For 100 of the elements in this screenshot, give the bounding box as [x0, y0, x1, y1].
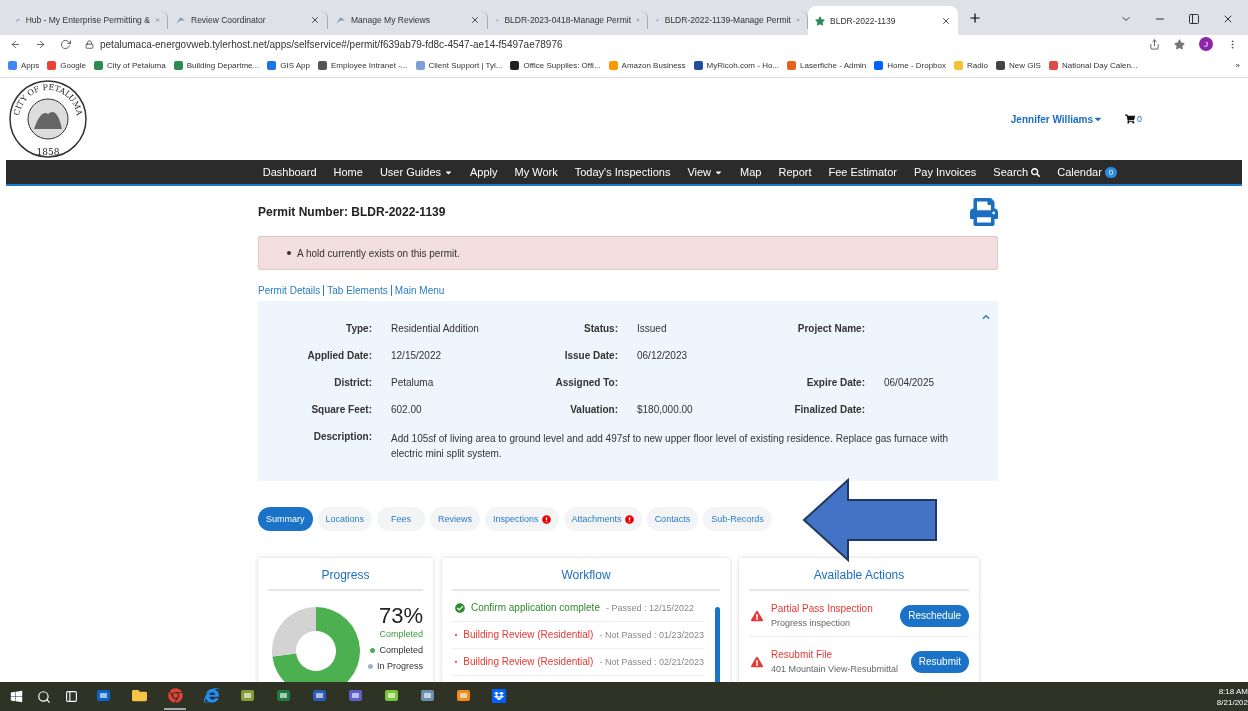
share-icon[interactable] — [1149, 38, 1160, 50]
action-link[interactable]: Resubmit File — [771, 649, 903, 660]
nav-link[interactable]: Report — [778, 166, 812, 178]
field-label: Type: — [345, 323, 372, 334]
action-link[interactable]: Partial Pass Inspection — [771, 603, 893, 614]
bird-icon — [335, 14, 346, 26]
nav-link[interactable]: Map — [740, 166, 762, 178]
field-label: Square Feet: — [310, 404, 372, 415]
field-label: Valuation: — [569, 404, 618, 415]
nav-link[interactable]: User Guides — [379, 166, 453, 178]
tab[interactable]: Reviews — [430, 507, 481, 531]
nav-link[interactable]: Pay Invoices — [913, 166, 977, 178]
bookmark-link[interactable]: Client Support | Tyl... — [415, 60, 503, 70]
bookmark-link[interactable]: Office Supplies: Offi... — [510, 60, 601, 70]
percent-caption: Completed — [378, 629, 423, 639]
legend-item: Completed — [364, 645, 423, 655]
field-value: Residential Addition — [391, 323, 480, 334]
user-menu[interactable]: Jennifer Williams — [1010, 113, 1103, 125]
bookmark-link[interactable]: Laserfiche - Admin — [787, 60, 867, 70]
close-icon[interactable] — [310, 15, 320, 25]
bookmark-link[interactable]: New GIS — [995, 60, 1041, 70]
bookmark-link[interactable]: Building Departme... — [173, 60, 260, 70]
alert-icon — [541, 514, 551, 524]
field-value: 12/15/2022 — [391, 350, 443, 361]
field-value: Add 105sf of living area to ground level and add 497sf to new upper floor level of existing residence. Replace gas furnace with electric mini split system. — [391, 432, 949, 461]
section-link[interactable]: Tab Elements — [323, 285, 391, 296]
bookmark-link[interactable]: Google — [47, 60, 87, 70]
nav-link[interactable]: Fee Estimator — [828, 166, 897, 178]
close-icon[interactable] — [941, 15, 951, 26]
bookmark-link[interactable]: MyRicoh.com - Ho... — [693, 60, 780, 70]
field-label: Description: — [312, 431, 372, 444]
close-icon[interactable] — [470, 15, 480, 25]
forward-icon[interactable] — [35, 38, 46, 50]
action-detail: 401 Mountain View-Resubmittal — [771, 664, 899, 674]
tab[interactable]: Contacts — [646, 507, 699, 531]
tab[interactable]: Inspections — [485, 507, 559, 531]
field-value: 602.00 — [391, 404, 423, 415]
field-label: Applied Date: — [306, 350, 372, 361]
task-view-icon[interactable] — [65, 690, 78, 703]
print-icon[interactable] — [970, 198, 998, 226]
field-value: Issued — [637, 323, 668, 334]
card-title: Workflow — [452, 558, 720, 591]
nav-link[interactable]: My Work — [514, 166, 558, 178]
bookmark-link[interactable]: Amazon Business — [608, 60, 686, 70]
nav-link[interactable]: Apply — [470, 166, 498, 178]
close-icon[interactable] — [1222, 13, 1234, 25]
tab[interactable]: Locations — [317, 507, 373, 531]
step-link[interactable]: Confirm application complete — [471, 602, 600, 613]
reload-icon[interactable] — [60, 38, 71, 50]
alert-icon — [624, 514, 634, 524]
section-link[interactable]: Permit Details — [258, 285, 324, 296]
back-icon[interactable] — [10, 38, 21, 50]
step-link[interactable]: Building Review (Residential) — [463, 629, 594, 640]
nav-link[interactable]: Search — [993, 166, 1041, 178]
new-tab-icon[interactable] — [968, 11, 982, 25]
bookmark-link[interactable]: Apps — [8, 60, 40, 70]
nav-link[interactable]: View — [687, 166, 724, 178]
field-value: 06/12/2023 — [637, 350, 689, 361]
bookmark-link[interactable]: GIS App — [267, 60, 310, 70]
bird-icon — [175, 14, 186, 26]
step-result: - Not Passed : 01/23/2023 — [599, 629, 704, 640]
action-button[interactable]: Reschedule — [900, 604, 969, 627]
star-icon[interactable] — [1174, 38, 1185, 50]
browser-tab[interactable]: Manage My Reviews — [328, 11, 488, 29]
browser-tab[interactable]: Review Coordinator — [168, 11, 328, 29]
bookmark-link[interactable]: City of Petaluma — [94, 60, 166, 70]
clock-time: 8:18 AM — [1217, 685, 1248, 697]
action-button[interactable]: Resubmit — [910, 650, 969, 673]
field-value: $180,000.00 — [637, 404, 694, 415]
bookmark-link[interactable]: Home - Dropbox — [874, 60, 946, 70]
tab[interactable]: Sub-Records — [703, 507, 772, 531]
field-label: Status: — [583, 323, 618, 334]
tab[interactable]: Summary — [258, 507, 313, 531]
section-link[interactable]: Main Menu — [390, 285, 448, 296]
step-result: - Passed : 12/15/2022 — [605, 602, 694, 613]
nav-link[interactable]: Dashboard — [262, 166, 317, 178]
tab[interactable]: Attachments — [563, 507, 642, 531]
step-link[interactable]: Building Review (Residential) — [463, 656, 594, 667]
bookmark-link[interactable]: Radio — [954, 60, 988, 70]
browser-tab[interactable]: Hub - My Enterprise Permitting & — [8, 11, 168, 29]
collapse-icon[interactable] — [982, 313, 990, 321]
browser-tab[interactable]: BLDR-2023-0418-Manage Permit — [488, 11, 648, 29]
bookmark-link[interactable]: National Day Calen... — [1048, 60, 1138, 70]
tab[interactable]: Fees — [377, 507, 426, 531]
nav-link[interactable]: Home — [333, 166, 363, 178]
browser-tab[interactable]: BLDR-2022-1139 — [808, 6, 958, 35]
start-icon[interactable] — [10, 690, 23, 703]
field-label: Project Name: — [796, 323, 865, 334]
url-field[interactable]: petalumaca-energovweb.tylerhost.net/apps/selfservice#/permit/f639ab79-fd8c-4547-ae14-f5497ae78976 — [100, 38, 563, 50]
nav-link[interactable]: Calendar 0 — [1057, 166, 1118, 178]
bookmark-link[interactable]: Employee Intranet -... — [318, 60, 408, 70]
field-label: Expire Date: — [805, 377, 865, 388]
field-value: Petaluma — [391, 377, 435, 388]
restore-icon[interactable] — [1188, 13, 1200, 25]
more-bookmarks[interactable]: » — [1235, 60, 1240, 70]
field-label: District: — [333, 377, 372, 388]
profile-avatar[interactable]: J — [1199, 37, 1213, 51]
nav-link[interactable]: Today's Inspections — [574, 166, 671, 178]
hold-message: A hold currently exists on this permit. — [297, 247, 460, 259]
search-icon[interactable] — [37, 689, 51, 704]
